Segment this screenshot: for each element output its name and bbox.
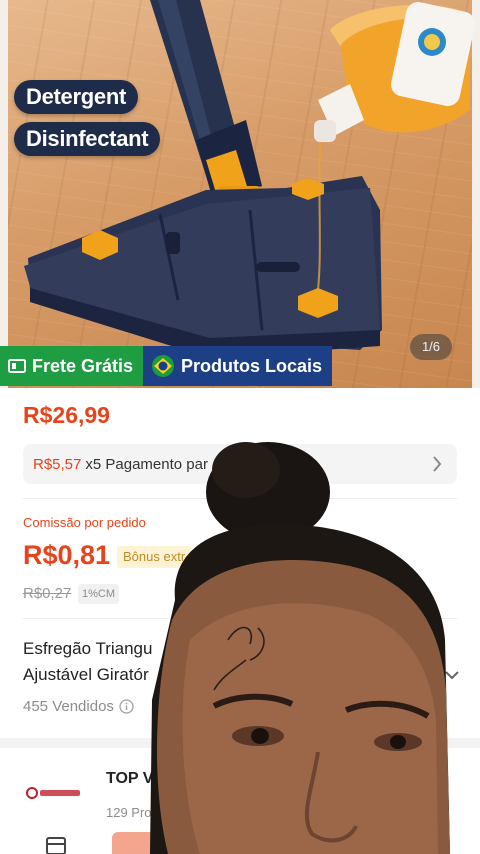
local-products-badge: Produtos Locais <box>143 346 333 386</box>
divider <box>23 618 457 619</box>
product-image-carousel[interactable]: Detergent Disinfectant 1/6 Frete Grátis … <box>0 0 480 388</box>
chevron-down-icon[interactable] <box>444 668 460 686</box>
divider <box>23 498 457 499</box>
old-commission: R$0,27 <box>23 585 72 602</box>
product-title[interactable]: Esfregão Triangu Ajustável Giratór <box>23 636 443 688</box>
local-products-text: Produtos Locais <box>181 355 323 376</box>
chevron-right-icon <box>431 454 443 478</box>
commission-label: Comissão por pedido <box>23 515 146 530</box>
store-icon[interactable] <box>44 834 68 854</box>
badge-row: Frete Grátis Produtos Locais <box>0 346 333 386</box>
commission-rate-tag: 1%CM <box>78 584 120 604</box>
detergent-label: Detergent <box>14 80 138 114</box>
truck-icon <box>8 358 26 374</box>
product-price: R$26,99 <box>23 402 110 428</box>
product-title-line: Esfregão Triangu <box>23 639 153 658</box>
disinfectant-label: Disinfectant <box>14 122 161 156</box>
commission-value: R$0,81 <box>23 540 111 570</box>
section-separator <box>0 738 480 748</box>
shop-action-button[interactable] <box>112 832 232 854</box>
shop-name[interactable]: TOP VI <box>106 770 158 788</box>
sold-count-text: 455 Vendidos <box>23 698 114 715</box>
info-icon[interactable] <box>119 699 134 714</box>
image-page-indicator: 1/6 <box>410 334 452 360</box>
free-shipping-text: Frete Grátis <box>32 355 134 376</box>
brazil-flag-icon <box>151 354 175 378</box>
product-title-text: Esfregão Triangu Ajustável Giratór <box>23 636 443 688</box>
free-shipping-badge: Frete Grátis <box>0 346 144 386</box>
product-title-line: Ajustável Giratór <box>23 665 149 684</box>
sold-count: 455 Vendidos <box>23 698 134 715</box>
installment-row[interactable]: R$5,57 x5 Pagamento par <box>23 444 457 484</box>
installment-amount: R$5,57 <box>33 455 82 473</box>
installment-text: x5 Pagamento par <box>85 455 208 473</box>
shop-product-count: 129 Produ <box>106 805 166 820</box>
shop-logo[interactable] <box>24 782 84 804</box>
mop-illustration <box>24 0 475 358</box>
bonus-tag: Bônus extr <box>117 546 192 568</box>
